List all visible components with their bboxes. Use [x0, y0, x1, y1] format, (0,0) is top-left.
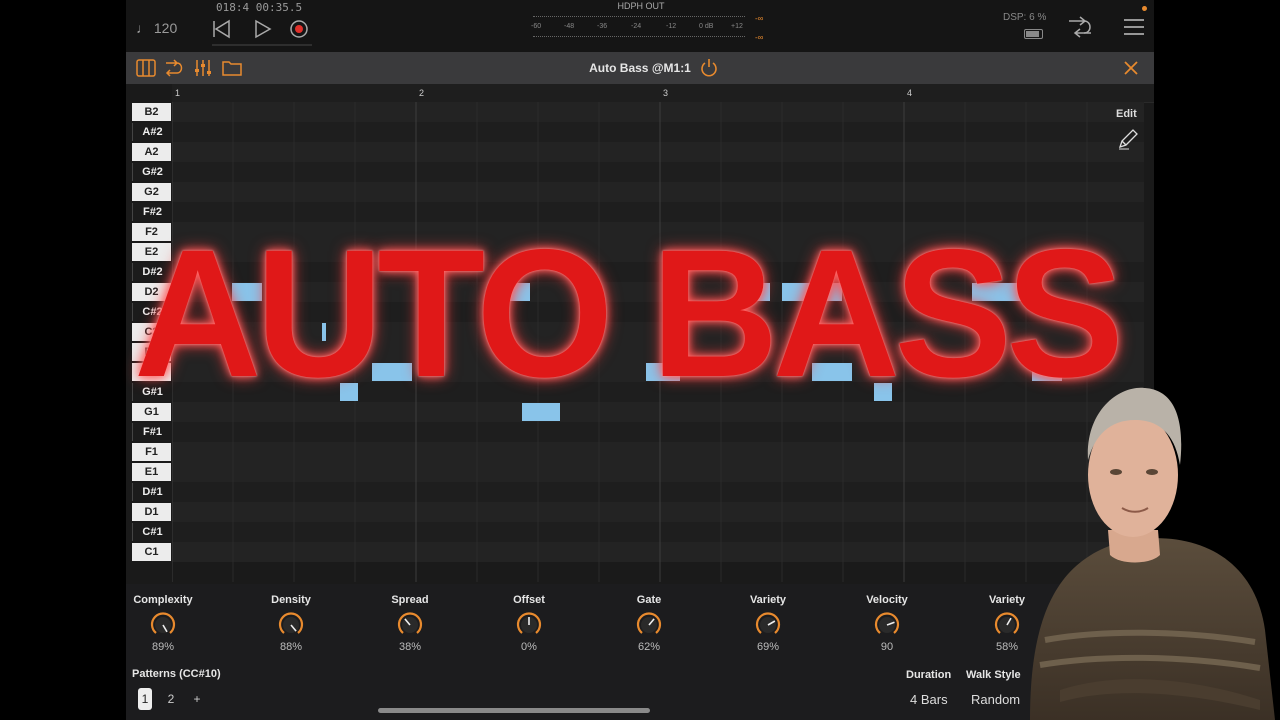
duration-select[interactable]: 4 Bars	[910, 692, 948, 707]
meter-tick: -12	[666, 23, 677, 30]
record-icon[interactable]	[288, 18, 310, 40]
knob-dial-icon[interactable]	[635, 611, 663, 639]
piano-key[interactable]: E1	[132, 463, 171, 481]
knob-density[interactable]: Density 88%	[246, 594, 336, 653]
knob-label: Complexity	[133, 594, 193, 606]
meter-tick: -60	[531, 23, 542, 30]
piano-key[interactable]: G#2	[132, 163, 172, 181]
menu-icon[interactable]	[1120, 15, 1148, 39]
routing-icon[interactable]	[1066, 15, 1094, 39]
knob-label: Density	[271, 594, 311, 606]
knob-dial-icon[interactable]	[754, 611, 782, 639]
plugin-header: Auto Bass @M1:1	[126, 52, 1154, 84]
tempo-display[interactable]: ♩ 120	[136, 20, 177, 36]
position-display: 018:4 00:35.5	[216, 1, 303, 14]
grid-row	[172, 502, 1144, 522]
dsp-readout: DSP: 6 %	[1003, 12, 1047, 23]
knob-value: 38%	[398, 641, 422, 653]
pattern-tab-2[interactable]: 2	[164, 688, 178, 710]
meter-tick: 0 dB	[699, 23, 714, 30]
grid-row	[172, 522, 1144, 542]
duration-label: Duration	[906, 669, 952, 681]
piano-key[interactable]: B2	[132, 103, 171, 121]
grid-row	[172, 162, 1144, 182]
meter-bar-right	[533, 36, 745, 40]
knob-complexity[interactable]: Complexity 89%	[126, 594, 208, 653]
piano-key[interactable]: F1	[132, 443, 171, 461]
close-icon[interactable]	[1121, 59, 1141, 77]
knob-velocity[interactable]: Velocity 90	[842, 594, 932, 653]
ruler-bar: 4	[907, 88, 913, 98]
knob-label: Variety	[749, 594, 787, 606]
piano-key[interactable]: C1	[132, 543, 171, 561]
ruler-bar: 2	[419, 88, 425, 98]
ruler-bar: 3	[663, 88, 669, 98]
meter-tick: -24	[631, 23, 642, 30]
pencil-icon[interactable]	[1117, 128, 1139, 150]
knob-dial-icon[interactable]	[149, 611, 177, 639]
pattern-tab-1[interactable]: 1	[138, 688, 152, 710]
knob-offset[interactable]: Offset 0%	[484, 594, 574, 653]
piano-key[interactable]: A2	[132, 143, 171, 161]
plugin-title: Auto Bass @M1:1	[589, 61, 691, 75]
power-icon[interactable]	[699, 59, 719, 77]
position-scrubber[interactable]	[212, 44, 312, 46]
knob-label: Spread	[391, 594, 429, 606]
knob-value: 90	[880, 641, 894, 653]
home-indicator[interactable]	[378, 708, 650, 713]
knob-dial-icon[interactable]	[396, 611, 424, 639]
grid-row	[172, 422, 1144, 442]
meter-peak-left: -∞	[755, 14, 764, 23]
knob-value: 88%	[279, 641, 303, 653]
output-meter: HDPH OUT -60 -48 -36 -24 -12 0 dB +12 -∞…	[531, 0, 771, 48]
piano-key[interactable]: F#1	[132, 423, 172, 441]
meter-bar-left	[533, 16, 745, 20]
knob-variety[interactable]: Variety 69%	[723, 594, 813, 653]
knob-value: 0%	[521, 641, 537, 653]
knob-label: Gate	[636, 594, 662, 606]
grid-row	[172, 182, 1144, 202]
knob-dial-icon[interactable]	[515, 611, 543, 639]
bar-ruler[interactable]: 1 2 3 4	[172, 84, 1154, 103]
knob-value: 62%	[637, 641, 661, 653]
ruler-bar: 1	[175, 88, 181, 98]
knob-value: 69%	[756, 641, 780, 653]
meter-peak-right: -∞	[755, 33, 764, 42]
grid-row	[172, 542, 1144, 562]
edit-label[interactable]: Edit	[1116, 108, 1137, 120]
knob-value: 89%	[151, 641, 175, 653]
patterns-label: Patterns (CC#10)	[132, 668, 221, 680]
piano-key[interactable]: D1	[132, 503, 171, 521]
meter-tick: -36	[597, 23, 608, 30]
grid-row	[172, 462, 1144, 482]
presenter-photo	[1030, 387, 1275, 720]
knob-label: Velocity	[866, 594, 908, 606]
knob-dial-icon[interactable]	[277, 611, 305, 639]
knob-dial-icon[interactable]	[873, 611, 901, 639]
play-icon[interactable]	[251, 18, 273, 40]
rewind-icon[interactable]	[210, 18, 232, 40]
meter-label: HDPH OUT	[617, 1, 665, 11]
meter-tick: -48	[564, 23, 575, 30]
piano-key[interactable]: G2	[132, 183, 171, 201]
grid-row	[172, 142, 1144, 162]
meter-tick: +12	[731, 23, 743, 30]
overlay-title: AUTO BASS	[134, 211, 1124, 415]
battery-icon	[1024, 29, 1043, 39]
piano-key[interactable]: A#2	[132, 123, 172, 141]
grid-row	[172, 482, 1144, 502]
grid-row	[172, 442, 1144, 462]
transport-bar: ♩ 120 018:4 00:35.5 HDPH OUT -60 -48 -36…	[126, 0, 1154, 52]
grid-row	[172, 102, 1144, 122]
status-dot	[1142, 6, 1147, 11]
piano-key[interactable]: C#1	[132, 523, 172, 541]
knob-gate[interactable]: Gate 62%	[604, 594, 694, 653]
add-pattern-button[interactable]: +	[190, 688, 204, 710]
knob-spread[interactable]: Spread 38%	[365, 594, 455, 653]
knob-label: Offset	[513, 594, 545, 606]
piano-key[interactable]: D#1	[132, 483, 172, 501]
grid-row	[172, 122, 1144, 142]
